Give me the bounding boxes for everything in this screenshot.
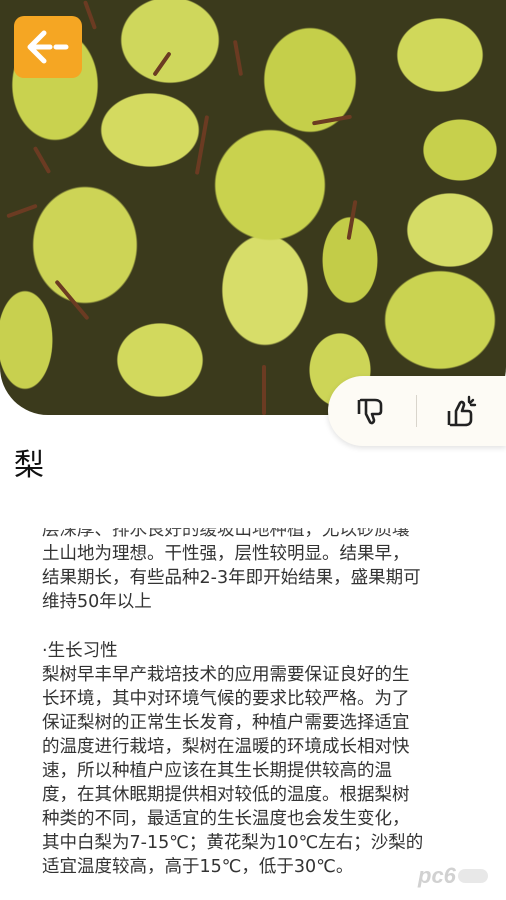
text-line: 维持50年以上	[42, 592, 152, 612]
text-line: 的温度进行栽培，梨树在温暖的环境成长相对快	[42, 737, 410, 757]
intro-paragraph: 层深厚、排水良好的缓坡山地种植，尤以砂质壤 土山地为理想。干性强，层性较明显。结…	[42, 528, 472, 614]
thumbs-up-icon	[447, 395, 477, 427]
back-button[interactable]	[14, 16, 82, 78]
text-line: 度，在其休眠期提供相对较低的温度。根据梨树	[42, 785, 410, 805]
arrow-left-icon	[27, 30, 69, 64]
watermark-logo: pc6	[418, 860, 502, 892]
text-line: 其中白梨为7-15℃；黄花梨为10℃左右；沙梨的	[42, 833, 424, 853]
text-line: 速，所以种植户应该在其生长期提供较高的温	[42, 761, 392, 781]
text-line: 种类的不同，最适宜的生长温度也会发生变化，	[42, 809, 410, 829]
article-body[interactable]: 层深厚、排水良好的缓坡山地种植，尤以砂质壤 土山地为理想。干性强，层性较明显。结…	[42, 528, 472, 900]
vote-bar	[328, 376, 506, 446]
section-heading: ·生长习性	[42, 641, 118, 661]
text-line: 梨树早丰早产栽培技术的应用需要保证良好的生	[42, 665, 410, 685]
scroll-fade	[0, 495, 506, 535]
like-button[interactable]	[417, 376, 505, 446]
text-line: 结果期长，有些品种2-3年即开始结果，盛果期可	[42, 568, 421, 588]
text-line: 保证梨树的正常生长发育，种植户需要选择适宜	[42, 713, 410, 733]
text-line: 长环境，其中对环境气候的要求比较严格。为了	[42, 689, 410, 709]
fruit-title: 梨	[14, 448, 45, 483]
text-line: 土山地为理想。干性强，层性较明显。结果早，	[42, 544, 410, 564]
thumbs-down-icon	[357, 398, 383, 425]
section-paragraph: 梨树早丰早产栽培技术的应用需要保证良好的生 长环境，其中对环境气候的要求比较严格…	[42, 663, 472, 879]
dislike-button[interactable]	[328, 376, 416, 446]
text-line: 适宜温度较高，高于15℃，低于30℃。	[42, 857, 354, 877]
